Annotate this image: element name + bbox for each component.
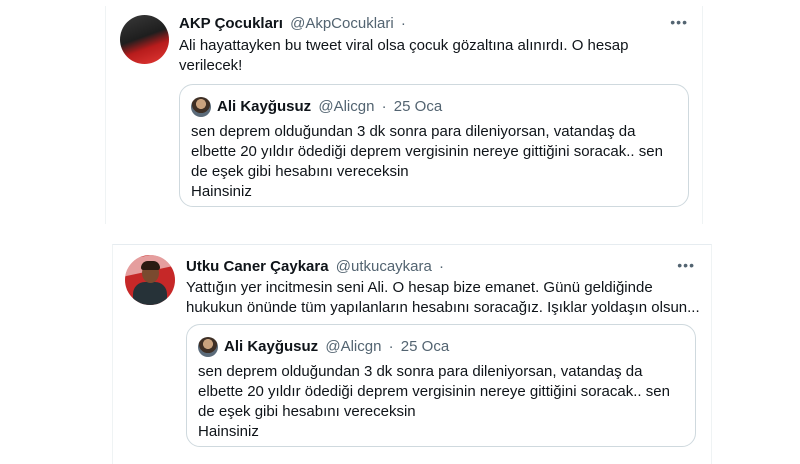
quoted-text-line: Hainsiniz (198, 423, 259, 440)
quoted-author-name[interactable]: Ali Kayğusuz (217, 98, 311, 115)
tweet-header: AKP Çocukları @AkpCocuklari · (179, 14, 409, 34)
quoted-author-handle[interactable]: @Alicgn (318, 98, 374, 115)
quoted-date[interactable]: 25 Oca (394, 98, 442, 115)
avatar[interactable] (125, 255, 175, 305)
author-name[interactable]: Utku Caner Çaykara (186, 258, 329, 275)
more-options-icon[interactable]: ••• (670, 14, 688, 30)
avatar[interactable] (120, 15, 169, 64)
tweet-card[interactable]: Utku Caner Çaykara @utkucaykara · ••• Ya… (112, 244, 712, 464)
author-handle[interactable]: @AkpCocuklari (290, 15, 394, 32)
tweet-text-line: hukukun önünde tüm yapılanların hesabını… (186, 299, 700, 316)
quoted-avatar[interactable] (191, 97, 211, 117)
tweet-text: Yattığın yer incitmesin seni Ali. O hesa… (186, 278, 700, 318)
tweet-header: Utku Caner Çaykara @utkucaykara · (186, 257, 447, 277)
separator-dot: · (439, 258, 445, 275)
quoted-text-line: elbette 20 yıldır ödediği deprem vergisi… (191, 143, 663, 160)
quoted-text-line: elbette 20 yıldır ödediği deprem vergisi… (198, 383, 670, 400)
quoted-header: Ali Kayğusuz @Alicgn · 25 Oca (224, 337, 449, 357)
separator-dot: · (388, 338, 394, 355)
author-name[interactable]: AKP Çocukları (179, 15, 283, 32)
tweet-card[interactable]: AKP Çocukları @AkpCocuklari · ••• Ali ha… (105, 6, 703, 224)
quoted-date[interactable]: 25 Oca (401, 338, 449, 355)
quoted-text-line: de eşek gibi hesabını vereceksin (198, 403, 416, 420)
author-handle[interactable]: @utkucaykara (336, 258, 432, 275)
quoted-text-line: de eşek gibi hesabını vereceksin (191, 163, 409, 180)
quoted-text-line: sen deprem olduğundan 3 dk sonra para di… (191, 123, 636, 140)
separator-dot: · (400, 15, 406, 32)
tweet-text-line: Yattığın yer incitmesin seni Ali. O hesa… (186, 279, 653, 296)
quoted-text: sen deprem olduğundan 3 dk sonra para di… (191, 122, 677, 202)
tweet-text: Ali hayattayken bu tweet viral olsa çocu… (179, 36, 679, 76)
quoted-tweet[interactable]: Ali Kayğusuz @Alicgn · 25 Oca sen deprem… (179, 84, 689, 207)
quoted-avatar[interactable] (198, 337, 218, 357)
quoted-text-line: Hainsiniz (191, 183, 252, 200)
quoted-tweet[interactable]: Ali Kayğusuz @Alicgn · 25 Oca sen deprem… (186, 324, 696, 447)
quoted-header: Ali Kayğusuz @Alicgn · 25 Oca (217, 97, 442, 117)
avatar-hair (141, 261, 160, 270)
tweet-text-line: Ali hayattayken bu tweet viral olsa çocu… (179, 37, 629, 54)
quoted-author-handle[interactable]: @Alicgn (325, 338, 381, 355)
more-options-icon[interactable]: ••• (677, 257, 695, 273)
separator-dot: · (381, 98, 387, 115)
quoted-text-line: sen deprem olduğundan 3 dk sonra para di… (198, 363, 643, 380)
tweet-text-line: verilecek! (179, 57, 243, 74)
avatar-body (133, 282, 167, 305)
quoted-text: sen deprem olduğundan 3 dk sonra para di… (198, 362, 684, 442)
quoted-author-name[interactable]: Ali Kayğusuz (224, 338, 318, 355)
